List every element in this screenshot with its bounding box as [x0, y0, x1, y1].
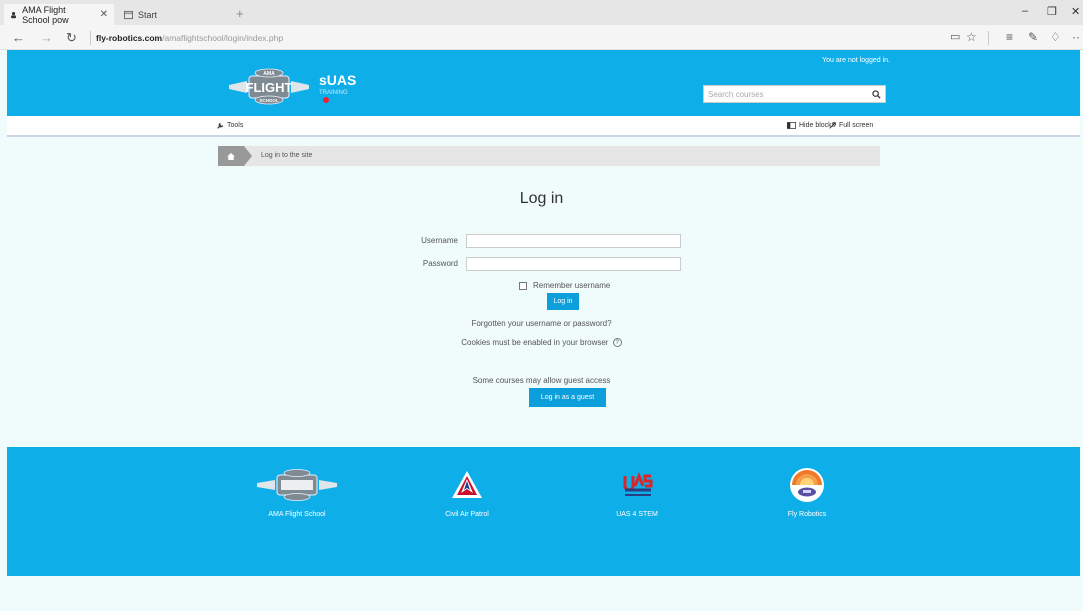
more-icon[interactable]: ·· [1072, 30, 1080, 44]
site-footer: AMA Flight School Civil Air Patrol UAS 4 [7, 447, 1080, 576]
url-field[interactable]: fly-robotics.com/amaflightschool/login/i… [96, 33, 283, 43]
cookies-text: Cookies must be enabled in your browser [461, 338, 609, 347]
footer-item-ama[interactable]: AMA Flight School [237, 465, 357, 518]
browser-tab-bar: AMA Flight School pow ✕ Start + – ❐ ✕ [0, 0, 1083, 25]
restore-button[interactable]: ❐ [1047, 5, 1057, 18]
hide-blocks-button[interactable]: Hide blocks [787, 122, 835, 129]
forward-arrow-icon[interactable]: → [40, 30, 53, 45]
page-title: Log in [519, 190, 564, 207]
breadcrumb-current: Log in to the site [261, 152, 313, 159]
ama-flight-school-logo-icon: AMA FLIGHT SCHOOL sUAS TRAINING [229, 68, 356, 105]
svg-text:TRAINING: TRAINING [319, 90, 348, 96]
password-input[interactable] [466, 257, 681, 271]
username-label: Username [421, 236, 458, 245]
footer-item-civil-air-patrol[interactable]: Civil Air Patrol [407, 465, 527, 518]
footer-label: Fly Robotics [787, 511, 827, 518]
blocks-icon [787, 122, 796, 129]
footer-label: AMA Flight School [268, 511, 326, 518]
refresh-icon[interactable]: ↻ [66, 30, 77, 46]
page-toolbar: Tools Hide blocks Full screen [7, 116, 1080, 137]
home-icon[interactable] [218, 146, 244, 166]
divider [90, 31, 91, 45]
close-tab-icon[interactable]: ✕ [100, 9, 108, 20]
login-button[interactable]: Log in [547, 293, 579, 310]
expand-icon [829, 122, 836, 129]
new-tab-button[interactable]: + [236, 6, 244, 21]
tools-label: Tools [227, 122, 244, 129]
password-label: Password [422, 259, 458, 268]
svg-text:AMA: AMA [263, 71, 275, 77]
footer-item-uas-4-stem[interactable]: UAS 4 STEM [577, 465, 697, 518]
login-guest-button[interactable]: Log in as a guest [529, 388, 606, 407]
browser-tab-start[interactable]: Start [118, 4, 228, 25]
footer-item-fly-robotics[interactable]: Fly Robotics [747, 465, 867, 518]
forgotten-password-link[interactable]: Forgotten your username or password? [471, 319, 611, 328]
civil-air-patrol-logo-icon [407, 465, 527, 505]
browser-address-bar: ← → ↻ fly-robotics.com/amaflightschool/l… [0, 25, 1083, 50]
remember-username-label: Remember username [533, 281, 611, 290]
url-path: /amaflightschool/login/index.php [162, 33, 284, 43]
svg-text:FLIGHT: FLIGHT [246, 80, 293, 95]
remember-username-checkbox[interactable] [519, 281, 527, 290]
favorite-star-icon[interactable]: ☆ [966, 30, 977, 44]
minimize-button[interactable]: – [1022, 5, 1028, 17]
web-note-icon[interactable]: ✎ [1028, 30, 1038, 44]
tools-menu[interactable]: Tools [217, 122, 243, 129]
username-input[interactable] [466, 234, 681, 248]
help-icon[interactable]: ? [612, 338, 622, 348]
full-screen-label: Full screen [839, 122, 874, 129]
reading-view-icon[interactable]: ▭ [950, 30, 960, 43]
footer-label: Civil Air Patrol [445, 511, 489, 518]
hub-icon[interactable]: ≡ [1006, 30, 1013, 44]
page-icon [124, 10, 133, 19]
divider [988, 31, 989, 45]
wrench-icon [217, 122, 224, 129]
fly-robotics-logo-icon [747, 465, 867, 505]
uas-4-stem-logo-icon [577, 465, 697, 505]
tab-title: AMA Flight School pow [22, 4, 69, 25]
footer-label: UAS 4 STEM [616, 511, 658, 518]
forgotten-password-row: Forgotten your username or password? [0, 319, 1083, 328]
breadcrumb: Log in to the site [218, 146, 880, 166]
site-logo[interactable]: AMA FLIGHT SCHOOL sUAS TRAINING [229, 67, 389, 107]
guest-access-text: Some courses may allow guest access [472, 376, 611, 385]
search-input[interactable] [704, 86, 867, 102]
share-icon[interactable]: ♢ [1050, 30, 1061, 44]
tab-title: Start [138, 9, 158, 20]
login-status: You are not logged in. [822, 57, 890, 64]
search-icon[interactable] [867, 86, 885, 102]
svg-text:sUAS: sUAS [319, 72, 356, 88]
back-arrow-icon[interactable]: ← [12, 30, 25, 45]
cookies-notice: Cookies must be enabled in your browser … [0, 338, 1083, 348]
close-window-button[interactable]: ✕ [1071, 5, 1080, 18]
search-box [703, 85, 886, 103]
svg-text:SCHOOL: SCHOOL [259, 98, 279, 103]
site-header: You are not logged in. AMA FLIGHT SCHOOL… [7, 50, 1080, 116]
person-icon [11, 11, 17, 18]
ama-flight-school-logo-icon [237, 465, 357, 505]
remember-username: Remember username [519, 281, 610, 290]
full-screen-button[interactable]: Full screen [829, 122, 873, 129]
url-host: fly-robotics.com [96, 33, 163, 43]
breadcrumb-separator [244, 146, 252, 166]
browser-tab-active[interactable]: AMA Flight School pow ✕ [4, 4, 114, 25]
